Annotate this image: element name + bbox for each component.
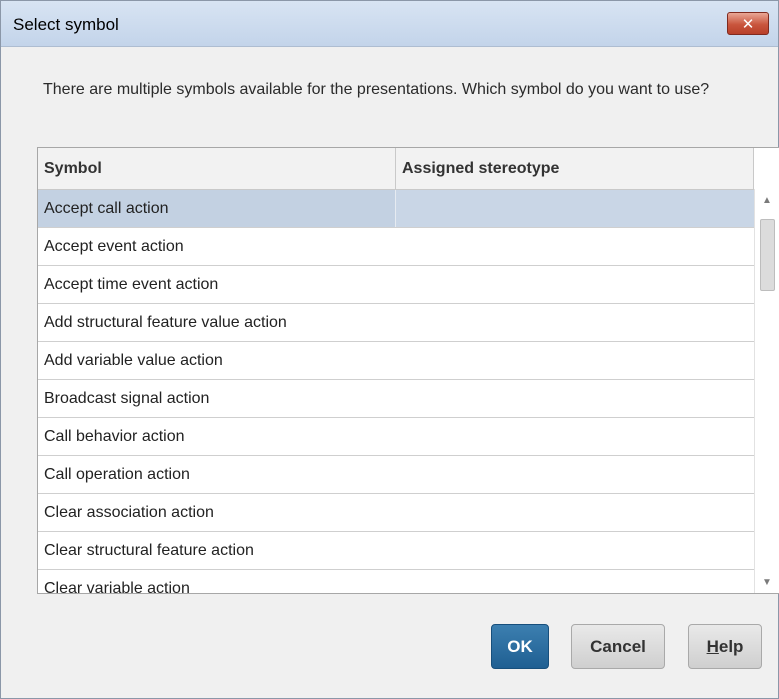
- help-button-label: Help: [707, 637, 744, 657]
- table-row[interactable]: Accept time event action: [38, 266, 754, 304]
- table-row[interactable]: Call operation action: [38, 456, 754, 494]
- scroll-down-arrow-icon[interactable]: ▼: [755, 573, 779, 591]
- table-row[interactable]: Broadcast signal action: [38, 380, 754, 418]
- symbol-cell: Call operation action: [44, 466, 190, 483]
- table-row[interactable]: Add structural feature value action: [38, 304, 754, 342]
- stereotype-cell: [396, 342, 754, 379]
- column-header-assigned-stereotype[interactable]: Assigned stereotype: [396, 148, 754, 189]
- symbol-cell: Add structural feature value action: [44, 314, 287, 331]
- symbol-cell: Add variable value action: [44, 352, 223, 369]
- column-header-symbol[interactable]: Symbol: [38, 148, 396, 189]
- title-bar[interactable]: Select symbol ✕: [1, 1, 778, 47]
- symbol-cell: Clear variable action: [44, 580, 190, 593]
- symbol-cell: Broadcast signal action: [44, 390, 210, 407]
- vertical-scrollbar[interactable]: ▲ ▼: [754, 189, 779, 593]
- table-row[interactable]: Clear structural feature action: [38, 532, 754, 570]
- table-header: Symbol Assigned stereotype: [38, 148, 754, 190]
- close-icon: ✕: [741, 15, 755, 33]
- cancel-button[interactable]: Cancel: [571, 624, 665, 669]
- symbol-table: Symbol Assigned stereotype Accept call a…: [37, 147, 779, 594]
- stereotype-cell: [396, 380, 754, 417]
- stereotype-cell: [396, 304, 754, 341]
- symbol-cell: Accept event action: [44, 238, 184, 255]
- stereotype-cell: [396, 532, 754, 569]
- scroll-thumb[interactable]: [760, 219, 775, 291]
- select-symbol-dialog: Select symbol ✕ There are multiple symbo…: [0, 0, 779, 699]
- stereotype-cell: [396, 228, 754, 265]
- symbol-cell: Clear structural feature action: [44, 542, 254, 559]
- scroll-up-arrow-icon[interactable]: ▲: [755, 191, 779, 209]
- dialog-message: There are multiple symbols available for…: [43, 81, 710, 98]
- stereotype-cell: [396, 266, 754, 303]
- help-label-rest: elp: [718, 636, 744, 656]
- table-row[interactable]: Accept call action: [38, 190, 754, 228]
- dialog-title: Select symbol: [13, 15, 119, 34]
- table-row[interactable]: Clear association action: [38, 494, 754, 532]
- symbol-cell: Accept call action: [38, 190, 396, 227]
- table-row[interactable]: Clear variable action: [38, 570, 754, 593]
- stereotype-cell: [396, 190, 754, 227]
- table-row[interactable]: Call behavior action: [38, 418, 754, 456]
- stereotype-cell: [396, 494, 754, 531]
- symbol-cell: Call behavior action: [44, 428, 185, 445]
- symbol-cell: Clear association action: [44, 504, 214, 521]
- ok-button[interactable]: OK: [491, 624, 549, 669]
- table-body: Accept call action Accept event action Acc…: [38, 190, 754, 593]
- table-row[interactable]: Add variable value action: [38, 342, 754, 380]
- ok-button-label: OK: [507, 636, 533, 656]
- help-button[interactable]: Help: [688, 624, 762, 669]
- symbol-cell: Accept time event action: [44, 276, 219, 293]
- cancel-button-label: Cancel: [590, 636, 646, 656]
- stereotype-cell: [396, 570, 754, 593]
- stereotype-cell: [396, 418, 754, 455]
- table-row[interactable]: Accept event action: [38, 228, 754, 266]
- stereotype-cell: [396, 456, 754, 493]
- close-button[interactable]: ✕: [727, 12, 769, 35]
- help-mnemonic: H: [706, 636, 719, 656]
